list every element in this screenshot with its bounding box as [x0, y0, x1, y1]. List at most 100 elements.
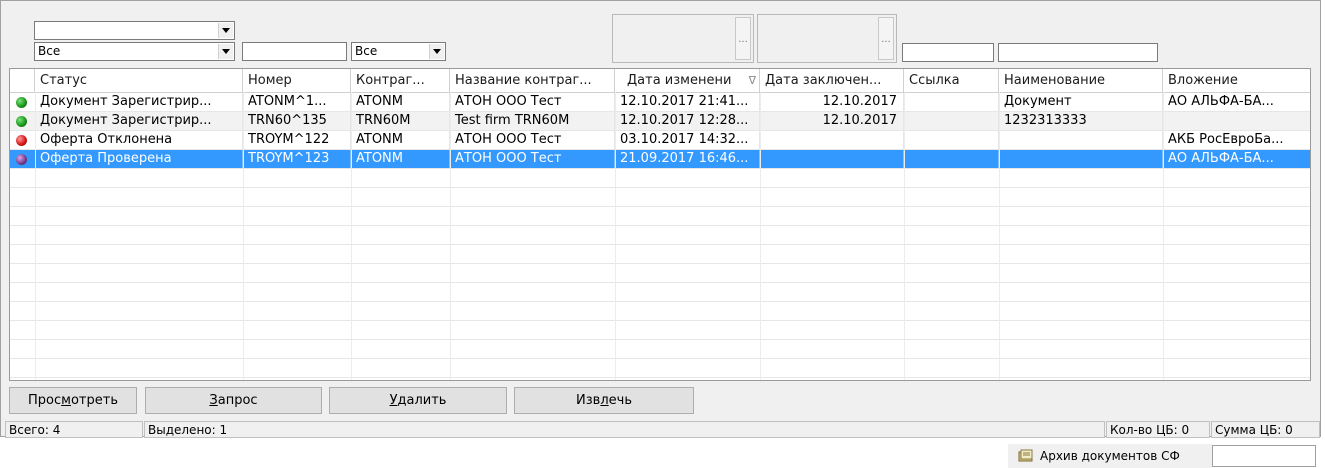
change-date-filter[interactable]: ...: [612, 14, 754, 63]
cell-counterparty-name: АТОН ООО Тест: [450, 93, 615, 111]
view-button[interactable]: Просмотреть: [9, 387, 137, 414]
extract-label-b: л: [600, 393, 609, 408]
column-header-status[interactable]: Статус: [35, 69, 243, 92]
documents-grid[interactable]: Статус Номер Контраг... Название контраг…: [9, 68, 1311, 381]
conclusion-date-picker-button[interactable]: ...: [878, 17, 894, 60]
archive-tab[interactable]: Архив документов СФ: [1008, 444, 1212, 468]
cell-attachment: АКБ РосЕвроБа...: [1163, 131, 1310, 149]
cell-conclusion-date: 12.10.2017: [760, 112, 904, 130]
empty-row-line: [10, 320, 1310, 321]
archive-label: Архив документов СФ: [1040, 449, 1180, 463]
status-filter-combo[interactable]: Все: [34, 42, 235, 61]
grid-line: [243, 92, 244, 380]
conclusion-date-filter[interactable]: ...: [757, 14, 897, 63]
selected-count: Выделено: 1: [144, 421, 1105, 438]
status-dot-icon: [16, 135, 27, 146]
column-header-change-date-label: Дата изменени: [627, 73, 732, 88]
empty-row-line: [10, 301, 1310, 302]
title-filter-input[interactable]: [998, 43, 1158, 62]
delete-button[interactable]: Удалить: [329, 387, 507, 414]
table-row-selected[interactable]: Оферта Проверена TROYM^123 ATONM АТОН ОО…: [10, 150, 1310, 169]
total-count: Всего: 4: [5, 421, 143, 438]
delete-label-b: далить: [397, 393, 447, 408]
table-row[interactable]: Документ Зарегистрир... ATONM^1... ATONM…: [10, 93, 1310, 112]
cell-change-date: 12.10.2017 12:28...: [615, 112, 760, 130]
cell-title: [999, 150, 1163, 168]
cell-counterparty: TRN60M: [351, 112, 450, 130]
cell-attachment: АО АЛЬФА-БА...: [1163, 150, 1310, 168]
empty-row-line: [10, 244, 1310, 245]
counterparty-filter-combo[interactable]: Все: [351, 42, 446, 61]
cb-count: Кол-во ЦБ: 0: [1106, 421, 1210, 438]
view-label-a: Прос: [28, 393, 62, 408]
cell-number: TROYM^123: [243, 150, 351, 168]
column-header-counterparty[interactable]: Контраг...: [351, 69, 450, 92]
column-header-title[interactable]: Наименование: [999, 69, 1163, 92]
grid-line: [760, 92, 761, 380]
cell-number: TRN60^135: [243, 112, 351, 130]
archive-icon: [1018, 449, 1033, 462]
cell-status: Оферта Проверена: [35, 150, 243, 168]
status-dot-icon: [16, 154, 27, 165]
status-filter-value: Все: [38, 44, 61, 58]
extract-label-a: Изв: [576, 393, 601, 408]
empty-row-line: [10, 225, 1310, 226]
number-filter-input[interactable]: [242, 42, 347, 61]
chevron-down-icon[interactable]: [429, 44, 444, 59]
table-row[interactable]: Оферта Отклонена TROYM^122 ATONM АТОН ОО…: [10, 131, 1310, 150]
change-date-picker-button[interactable]: ...: [735, 17, 751, 60]
cell-counterparty: ATONM: [351, 131, 450, 149]
extract-label-c: ечь: [608, 393, 632, 408]
cb-sum: Сумма ЦБ: 0: [1211, 421, 1320, 438]
cell-link: [904, 150, 999, 168]
column-header-change-date[interactable]: Дата изменени ∇: [615, 69, 760, 92]
empty-row-line: [10, 339, 1310, 340]
cell-change-date: 12.10.2017 21:41...: [615, 93, 760, 111]
extract-button[interactable]: Извлечь: [514, 387, 694, 414]
cell-counterparty-name: АТОН ООО Тест: [450, 131, 615, 149]
indicator-column-header: [10, 69, 35, 92]
column-header-counterparty-name[interactable]: Название контраг...: [450, 69, 615, 92]
archive-input[interactable]: [1212, 445, 1316, 467]
column-header-attachment[interactable]: Вложение: [1163, 69, 1310, 92]
cell-counterparty-name: АТОН ООО Тест: [450, 150, 615, 168]
grid-line: [35, 92, 36, 380]
cell-counterparty: ATONM: [351, 93, 450, 111]
cell-status: Документ Зарегистрир...: [35, 93, 243, 111]
counterparty-filter-value: Все: [355, 44, 378, 58]
empty-row-line: [10, 358, 1310, 359]
grid-line: [904, 92, 905, 380]
grid-line: [351, 92, 352, 380]
chevron-down-icon[interactable]: [218, 44, 233, 59]
column-header-number[interactable]: Номер: [243, 69, 351, 92]
cell-title: 1232313333: [999, 112, 1163, 130]
empty-row-line: [10, 377, 1310, 378]
cell-change-date: 21.09.2017 16:46...: [615, 150, 760, 168]
empty-row-line: [10, 206, 1310, 207]
column-header-conclusion-date[interactable]: Дата заключен...: [760, 69, 904, 92]
grid-line: [615, 92, 616, 380]
cell-number: TROYM^122: [243, 131, 351, 149]
cell-link: [904, 112, 999, 130]
link-filter-input[interactable]: [902, 43, 994, 62]
request-label-b: апрос: [217, 393, 258, 408]
view-label-c: отреть: [70, 393, 118, 408]
chevron-down-icon[interactable]: [218, 23, 233, 38]
status-group-combo[interactable]: [34, 21, 235, 40]
cell-status: Оферта Отклонена: [35, 131, 243, 149]
cell-number: ATONM^1...: [243, 93, 351, 111]
cell-title: Документ: [999, 93, 1163, 111]
table-row[interactable]: Документ Зарегистрир... TRN60^135 TRN60M…: [10, 112, 1310, 131]
status-dot-icon: [16, 116, 27, 127]
cell-change-date: 03.10.2017 14:32...: [615, 131, 760, 149]
view-label-b: м: [61, 393, 71, 408]
request-button[interactable]: Запрос: [145, 387, 322, 414]
request-label-a: З: [209, 393, 218, 408]
grid-line: [1163, 92, 1164, 380]
cell-conclusion-date: [760, 131, 904, 149]
cell-link: [904, 93, 999, 111]
column-header-link[interactable]: Ссылка: [904, 69, 999, 92]
grid-line: [999, 92, 1000, 380]
empty-row-line: [10, 263, 1310, 264]
documents-panel: Все Все ... ... Статус Номер Контраг... …: [0, 0, 1321, 438]
